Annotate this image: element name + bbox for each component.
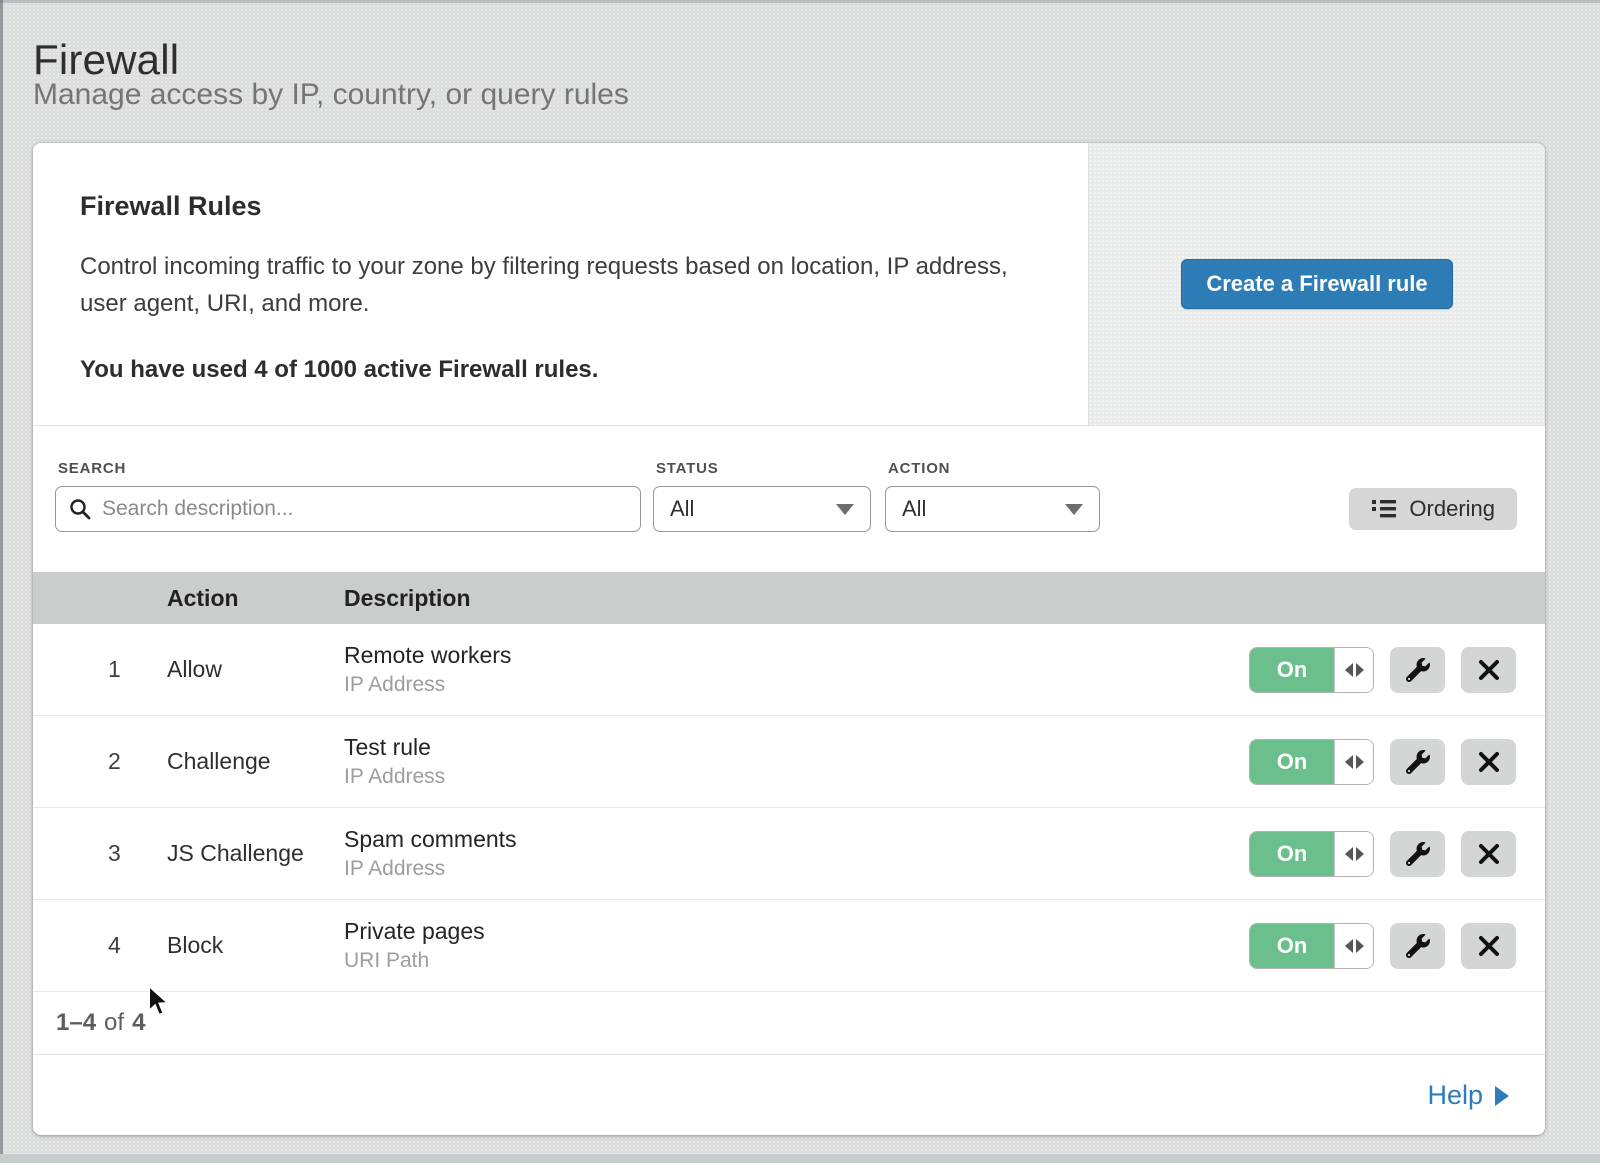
help-bar: Help [33,1054,1545,1135]
chevron-right-icon [1495,1086,1509,1106]
chevron-down-icon [836,504,854,515]
rule-description: Private pages [344,916,1249,947]
action-select[interactable]: All [885,486,1100,532]
status-selected-value: All [670,496,694,522]
edit-rule-button[interactable] [1390,647,1445,693]
usage-summary: You have used 4 of 1000 active Firewall … [80,356,1028,384]
rule-match-type: URI Path [344,947,1249,975]
action-label: ACTION [888,460,1100,477]
left-right-arrows-icon[interactable] [1334,648,1373,692]
table-header: Action Description [33,572,1545,624]
pagination-bar: 1–4 of 4 [33,992,1545,1054]
wrench-icon [1406,658,1430,682]
rule-priority: 4 [33,932,167,959]
close-icon [1478,935,1500,957]
close-icon [1478,659,1500,681]
page-subtitle: Manage access by IP, country, or query r… [33,78,629,112]
rule-action: Challenge [167,748,344,775]
window-edge-bottom [0,1154,1600,1163]
action-selected-value: All [902,496,926,522]
pagination-range: 1–4 [56,1009,96,1037]
ordering-button-label: Ordering [1409,496,1495,522]
window-edge-left [0,0,3,1163]
edit-rule-button[interactable] [1390,739,1445,785]
rule-match-type: IP Address [344,671,1249,699]
status-filter-group: STATUS All [653,460,871,532]
rule-description-cell: Spam comments IP Address [344,824,1249,883]
rule-description: Test rule [344,732,1249,763]
ordering-button[interactable]: Ordering [1349,488,1517,530]
create-rule-panel: Create a Firewall rule [1088,143,1545,425]
edit-rule-button[interactable] [1390,923,1445,969]
rule-description: Spam comments [344,824,1249,855]
close-icon [1478,751,1500,773]
rule-priority: 1 [33,656,167,683]
card-heading: Firewall Rules [80,191,1028,222]
status-select[interactable]: All [653,486,871,532]
filters-bar: SEARCH STATUS All ACTION All [33,425,1545,572]
left-right-arrows-icon[interactable] [1334,740,1373,784]
help-link[interactable]: Help [1427,1080,1509,1111]
edit-rule-button[interactable] [1390,831,1445,877]
delete-rule-button[interactable] [1461,647,1516,693]
pagination-of: of [104,1009,124,1037]
rule-priority: 2 [33,748,167,775]
search-input[interactable] [55,486,641,532]
toggle-state-label[interactable]: On [1250,832,1334,876]
create-firewall-rule-button[interactable]: Create a Firewall rule [1181,259,1452,309]
delete-rule-button[interactable] [1461,923,1516,969]
table-row: 3 JS Challenge Spam comments IP Address … [33,808,1545,900]
toggle-state-label[interactable]: On [1250,648,1334,692]
intro-section: Firewall Rules Control incoming traffic … [33,143,1545,425]
description-column-header: Description [344,585,1545,612]
help-link-label: Help [1427,1080,1483,1111]
action-column-header: Action [167,585,344,612]
rule-description-cell: Test rule IP Address [344,732,1249,791]
rule-controls: On [1249,647,1545,693]
wrench-icon [1406,842,1430,866]
rule-enabled-toggle[interactable]: On [1249,923,1374,969]
search-group: SEARCH [55,460,641,532]
page-title: Firewall [33,36,179,84]
wrench-icon [1406,750,1430,774]
rule-controls: On [1249,739,1545,785]
rule-action: Block [167,932,344,959]
rule-description-cell: Remote workers IP Address [344,640,1249,699]
chevron-down-icon [1065,504,1083,515]
table-row: 2 Challenge Test rule IP Address On [33,716,1545,808]
search-label: SEARCH [58,460,641,477]
rule-action: JS Challenge [167,840,344,867]
rule-match-type: IP Address [344,855,1249,883]
toggle-state-label[interactable]: On [1250,740,1334,784]
toggle-state-label[interactable]: On [1250,924,1334,968]
table-row: 4 Block Private pages URI Path On [33,900,1545,992]
action-filter-group: ACTION All [885,460,1100,532]
rule-controls: On [1249,831,1545,877]
rule-enabled-toggle[interactable]: On [1249,739,1374,785]
pagination-total: 4 [132,1009,145,1037]
left-right-arrows-icon[interactable] [1334,924,1373,968]
intro-text-panel: Firewall Rules Control incoming traffic … [33,143,1088,425]
search-icon [69,498,91,520]
rule-controls: On [1249,923,1545,969]
delete-rule-button[interactable] [1461,831,1516,877]
rule-action: Allow [167,656,344,683]
left-right-arrows-icon[interactable] [1334,832,1373,876]
search-field-wrap [55,486,641,532]
close-icon [1478,843,1500,865]
rule-enabled-toggle[interactable]: On [1249,831,1374,877]
card-description: Control incoming traffic to your zone by… [80,248,1028,322]
table-row: 1 Allow Remote workers IP Address On [33,624,1545,716]
rule-description: Remote workers [344,640,1249,671]
delete-rule-button[interactable] [1461,739,1516,785]
firewall-rules-card: Firewall Rules Control incoming traffic … [33,143,1545,1135]
ordered-list-icon [1371,498,1397,520]
wrench-icon [1406,934,1430,958]
rule-match-type: IP Address [344,763,1249,791]
rule-description-cell: Private pages URI Path [344,916,1249,975]
window-edge-top [0,0,1600,3]
rule-priority: 3 [33,840,167,867]
rule-enabled-toggle[interactable]: On [1249,647,1374,693]
status-label: STATUS [656,460,871,477]
